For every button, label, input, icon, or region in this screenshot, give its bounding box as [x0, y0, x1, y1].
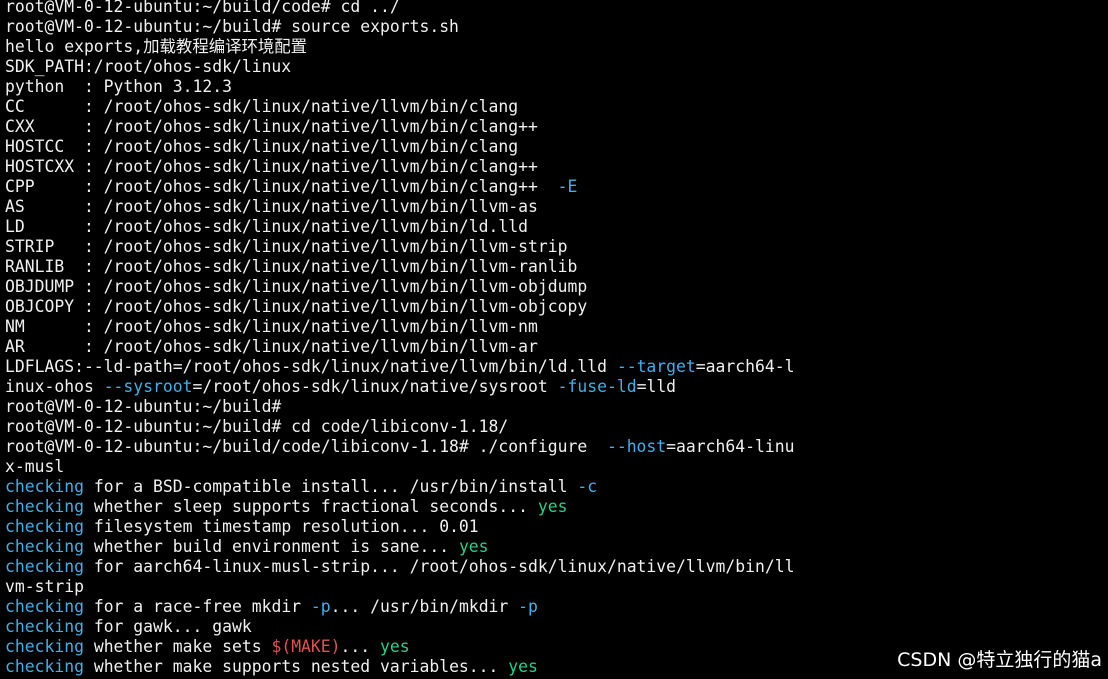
terminal-text-segment: AR : /root/ohos-sdk/linux/native/llvm/bi… — [5, 337, 538, 356]
terminal-text-segment: =/root/ohos-sdk/linux/native/sysroot — [192, 377, 558, 396]
terminal-text-segment: =lld — [636, 377, 677, 396]
terminal-line: CXX : /root/ohos-sdk/linux/native/llvm/b… — [5, 117, 1105, 137]
terminal-line: inux-ohos --sysroot=/root/ohos-sdk/linux… — [5, 377, 1105, 397]
terminal-text-segment: =aarch64-l — [695, 357, 795, 376]
terminal-text-segment: -p — [310, 597, 331, 616]
terminal-line: checking for aarch64-linux-musl-strip...… — [5, 557, 1105, 577]
terminal-text-segment: root@VM-0-12-ubuntu:~/build# source expo… — [5, 17, 459, 36]
terminal-text-segment: -fuse-ld — [557, 377, 637, 396]
terminal-text-segment: for gawk... gawk — [83, 617, 252, 636]
terminal-line: AR : /root/ohos-sdk/linux/native/llvm/bi… — [5, 337, 1105, 357]
terminal-text-segment: AS : /root/ohos-sdk/linux/native/llvm/bi… — [5, 197, 538, 216]
terminal-line: HOSTCXX : /root/ohos-sdk/linux/native/ll… — [5, 157, 1105, 177]
terminal-line: checking filesystem timestamp resolution… — [5, 517, 1105, 537]
terminal-text-segment: OBJDUMP : /root/ohos-sdk/linux/native/ll… — [5, 277, 588, 296]
terminal-text-segment: RANLIB : /root/ohos-sdk/linux/native/llv… — [5, 257, 578, 276]
terminal-text-segment: --sysroot — [103, 377, 193, 396]
terminal-line: x-musl — [5, 457, 1105, 477]
terminal-text-segment: x-musl — [5, 457, 65, 476]
terminal-text-segment: vm-strip — [5, 577, 84, 596]
terminal-text-segment: yes — [537, 497, 568, 516]
terminal-line: root@VM-0-12-ubuntu:~/build/code/libicon… — [5, 437, 1105, 457]
terminal-text-segment: checking — [5, 617, 84, 636]
terminal-text-segment: -E — [557, 177, 578, 196]
terminal-text-segment: yes — [508, 657, 538, 676]
terminal-text-segment: hello exports,加载教程编译环境配置 — [5, 37, 308, 56]
terminal-line: checking whether build environment is sa… — [5, 537, 1105, 557]
terminal-text-segment: LDFLAGS:--ld-path=/root/ohos-sdk/linux/n… — [5, 357, 617, 376]
terminal-text-segment: checking — [5, 657, 84, 676]
terminal-text-segment: ... — [340, 637, 381, 656]
terminal-line: NM : /root/ohos-sdk/linux/native/llvm/bi… — [5, 317, 1105, 337]
terminal-text-segment: OBJCOPY : /root/ohos-sdk/linux/native/ll… — [5, 297, 588, 316]
terminal-line: CPP : /root/ohos-sdk/linux/native/llvm/b… — [5, 177, 1105, 197]
terminal-line: python : Python 3.12.3 — [5, 77, 1105, 97]
terminal-text-segment: for aarch64-linux-musl-strip... /root/oh… — [83, 557, 795, 576]
terminal-text-segment: SDK_PATH:/root/ohos-sdk/linux — [5, 57, 292, 76]
csdn-watermark: CSDN @特立独行的猫a — [897, 649, 1102, 671]
terminal-text-segment: root@VM-0-12-ubuntu:~/build# — [5, 397, 282, 416]
terminal-text-segment: checking — [5, 537, 84, 556]
terminal-line: checking for gawk... gawk — [5, 617, 1105, 637]
terminal-text-segment: -c — [577, 477, 598, 496]
terminal-line: checking whether sleep supports fraction… — [5, 497, 1105, 517]
terminal-line: root@VM-0-12-ubuntu:~/build# cd code/lib… — [5, 417, 1105, 437]
terminal-line: OBJCOPY : /root/ohos-sdk/linux/native/ll… — [5, 297, 1105, 317]
terminal-text-segment: whether make sets — [83, 637, 272, 656]
terminal-text-segment: root@VM-0-12-ubuntu:~/build# cd code/lib… — [5, 417, 509, 436]
terminal-text-segment: checking — [5, 557, 84, 576]
terminal-line: root@VM-0-12-ubuntu:~/build/code# cd ../ — [5, 0, 1105, 17]
terminal-text-segment: --host — [606, 437, 667, 456]
terminal-line: SDK_PATH:/root/ohos-sdk/linux — [5, 57, 1105, 77]
terminal-text-segment: CXX : /root/ohos-sdk/linux/native/llvm/b… — [5, 117, 538, 136]
terminal-text-segment: ... /usr/bin/mkdir — [330, 597, 519, 616]
terminal-text-segment: HOSTCC : /root/ohos-sdk/linux/native/llv… — [5, 137, 519, 156]
terminal-text-segment: filesystem timestamp resolution... 0.01 — [83, 517, 479, 536]
terminal-text-segment: CC : /root/ohos-sdk/linux/native/llvm/bi… — [5, 97, 519, 116]
terminal-text-segment: checking — [5, 517, 84, 536]
terminal-text-segment: for a race-free mkdir — [83, 597, 311, 616]
terminal-text-segment: root@VM-0-12-ubuntu:~/build/code# cd ../ — [5, 0, 400, 16]
terminal-text-segment: whether make supports nested variables..… — [83, 657, 509, 676]
terminal-line: AS : /root/ohos-sdk/linux/native/llvm/bi… — [5, 197, 1105, 217]
terminal-text-segment: root@VM-0-12-ubuntu:~/build/code/libicon… — [5, 437, 607, 456]
terminal-line: root@VM-0-12-ubuntu:~/build# source expo… — [5, 17, 1105, 37]
terminal-text-segment: whether sleep supports fractional second… — [83, 497, 538, 516]
terminal-text-segment: NM : /root/ohos-sdk/linux/native/llvm/bi… — [5, 317, 538, 336]
terminal-output[interactable]: root@VM-0-12-ubuntu:~/build/code# cd ../… — [5, 0, 1105, 679]
terminal-line: checking for a BSD-compatible install...… — [5, 477, 1105, 497]
terminal-line: vm-strip — [5, 577, 1105, 597]
terminal-line: CC : /root/ohos-sdk/linux/native/llvm/bi… — [5, 97, 1105, 117]
terminal-text-segment: inux-ohos — [5, 377, 104, 396]
terminal-text-segment: checking — [5, 497, 84, 516]
terminal-line: LDFLAGS:--ld-path=/root/ohos-sdk/linux/n… — [5, 357, 1105, 377]
terminal-line: checking for a race-free mkdir -p... /us… — [5, 597, 1105, 617]
terminal-line: LD : /root/ohos-sdk/linux/native/llvm/bi… — [5, 217, 1105, 237]
terminal-text-segment: checking — [5, 477, 84, 496]
terminal-text-segment: checking — [5, 597, 84, 616]
terminal-line: hello exports,加载教程编译环境配置 — [5, 37, 1105, 57]
terminal-line: STRIP : /root/ohos-sdk/linux/native/llvm… — [5, 237, 1105, 257]
terminal-text-segment: checking — [5, 637, 84, 656]
terminal-line: RANLIB : /root/ohos-sdk/linux/native/llv… — [5, 257, 1105, 277]
terminal-text-segment: HOSTCXX : /root/ohos-sdk/linux/native/ll… — [5, 157, 538, 176]
terminal-text-segment: =aarch64-linu — [666, 437, 795, 456]
terminal-line: HOSTCC : /root/ohos-sdk/linux/native/llv… — [5, 137, 1105, 157]
terminal-text-segment: -p — [518, 597, 538, 616]
terminal-text-segment: yes — [458, 537, 489, 556]
terminal-text-segment: python : Python 3.12.3 — [5, 77, 232, 96]
terminal-text-segment: LD : /root/ohos-sdk/linux/native/llvm/bi… — [5, 217, 529, 236]
terminal-text-segment: whether build environment is sane... — [83, 537, 459, 556]
terminal-text-segment: for a BSD-compatible install... /usr/bin… — [83, 477, 578, 496]
terminal-line: root@VM-0-12-ubuntu:~/build# — [5, 397, 1105, 417]
terminal-text-segment: $(MAKE) — [271, 637, 341, 656]
terminal-line: OBJDUMP : /root/ohos-sdk/linux/native/ll… — [5, 277, 1105, 297]
terminal-text-segment: --target — [616, 357, 696, 376]
terminal-text-segment: CPP : /root/ohos-sdk/linux/native/llvm/b… — [5, 177, 558, 196]
terminal-text-segment: yes — [380, 637, 410, 656]
terminal-text-segment: STRIP : /root/ohos-sdk/linux/native/llvm… — [5, 237, 568, 256]
